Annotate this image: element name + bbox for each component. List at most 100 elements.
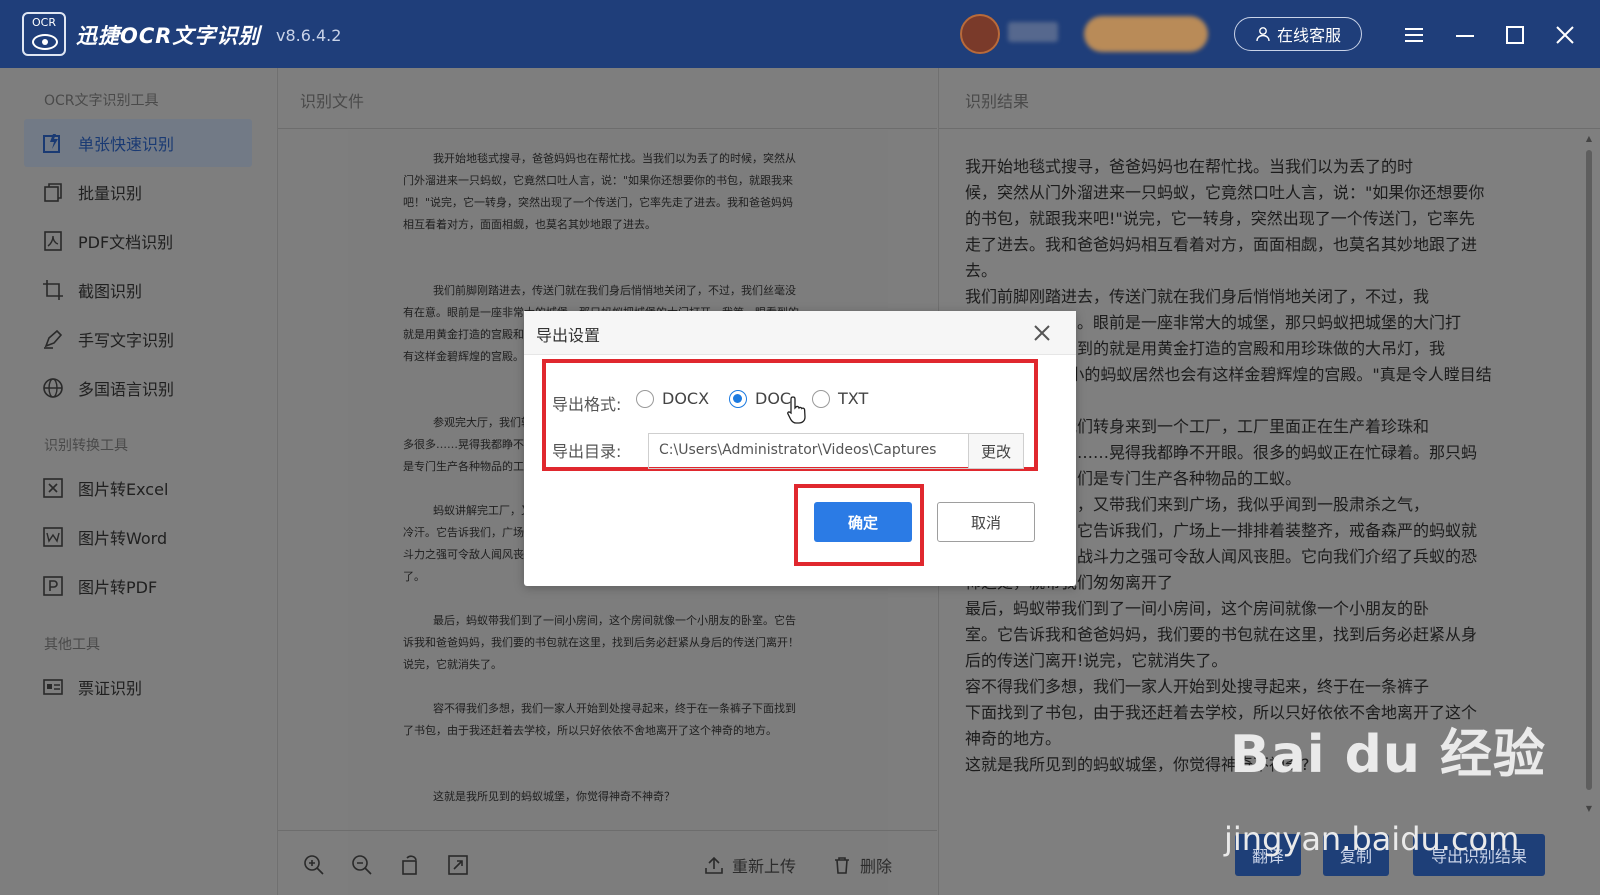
doc-paragraph: 这就是我所见到的蚂蚁城堡，你觉得神奇不神奇？: [433, 790, 675, 803]
export-dir-field[interactable]: C:\Users\Administrator\Videos\Captures: [648, 433, 968, 469]
sidebar-item-label: 图片转Word: [78, 529, 168, 548]
doc-paragraph: 最后，蚂蚁带我们到了一间小房间，这个房间就像一个小朋友的卧室。它告诉我和爸爸妈妈…: [403, 614, 799, 671]
sidebar-item-label: 单张快速识别: [78, 135, 175, 154]
minimize-button[interactable]: [1448, 18, 1482, 52]
trash-icon: [835, 857, 849, 874]
baidu-watermark: Bai du 经验 jingyan.baidu.com: [1224, 712, 1546, 858]
online-service-button[interactable]: 在线客服: [1234, 17, 1362, 51]
sidebar-item-label: 批量识别: [78, 184, 143, 203]
radio-circle-icon: [812, 389, 830, 408]
watermark-url: jingyan.baidu.com: [1224, 820, 1520, 858]
result-line: 我们前脚刚踏进去，传送门就在我们身后悄悄地关闭了，不过，我: [965, 287, 1430, 306]
scroll-thumb[interactable]: [1586, 150, 1592, 790]
app-logo: OCR: [22, 12, 66, 56]
result-line: 室。它告诉我和爸爸妈妈，我们要的书包就在这里，找到后务必赶紧从身: [965, 625, 1478, 644]
cancel-button[interactable]: 取消: [937, 502, 1035, 542]
menu-button[interactable]: [1397, 18, 1431, 52]
close-icon: [1556, 26, 1574, 44]
source-panel-title: 识别文件: [300, 92, 365, 111]
format-radio-docx[interactable]: DOCX: [636, 389, 709, 408]
pdf-convert-icon: [42, 575, 64, 597]
vip-badge-blurred[interactable]: [1084, 16, 1208, 52]
sidebar-group-convert: 识别转换工具: [44, 438, 128, 454]
dialog-header: 导出设置: [524, 311, 1076, 355]
single-scan-icon: [42, 132, 64, 154]
sidebar-group-ocr: OCR文字识别工具: [44, 93, 159, 109]
dir-label: 导出目录:: [552, 442, 622, 461]
sidebar-item-screenshot[interactable]: 截图识别: [24, 266, 252, 314]
dialog-title: 导出设置: [536, 326, 601, 345]
source-toolbar: 重新上传 删除: [278, 830, 937, 895]
result-line: 我开始地毯式搜寻，爸爸妈妈也在帮忙找。当我们以为丢了的时: [965, 157, 1414, 176]
app-title: 迅捷OCR文字识别: [76, 24, 261, 48]
delete-label: 删除: [860, 857, 893, 876]
pdf-icon: [42, 230, 64, 252]
rotate-icon: [402, 855, 417, 875]
doc-paragraph: 我开始地毯式搜寻，爸爸妈妈也在帮忙找。当我们以为丢了的时候，突然从门外溜进来一只…: [403, 152, 796, 231]
online-service-label: 在线客服: [1276, 26, 1341, 45]
radio-label: DOCX: [662, 389, 710, 408]
watermark-logo: Bai du 经验: [1230, 725, 1546, 785]
sidebar-item-handwriting[interactable]: 手写文字识别: [24, 315, 252, 363]
upload-icon: [705, 856, 723, 874]
title-bar: OCR 迅捷OCR文字识别 v8.6.4.2 在线客服: [0, 0, 1600, 68]
result-line: 最后，蚂蚁带我们到了一间小房间，这个房间就像一个小朋友的卧: [965, 599, 1430, 618]
maximize-icon: [1506, 26, 1524, 44]
crop-icon: [42, 279, 64, 301]
sidebar-item-label: 图片转PDF: [78, 578, 158, 597]
rotate-button[interactable]: [398, 853, 422, 877]
close-icon: [1034, 325, 1050, 341]
result-line: 的书包，就跟我来吧!"说完，它一转身，突然出现了一个传送门，它率先: [965, 209, 1475, 228]
result-line: 走了进去。我和爸爸妈妈相互看着对方，面面相觑，也莫名其妙地跟了进: [965, 235, 1478, 254]
sidebar-item-card[interactable]: 票证识别: [24, 663, 252, 711]
sidebar-item-single-scan[interactable]: 单张快速识别: [24, 119, 252, 167]
sidebar-item-label: PDF文档识别: [78, 233, 174, 252]
reupload-button[interactable]: 重新上传: [704, 853, 796, 877]
sidebar-item-to-pdf[interactable]: 图片转PDF: [24, 562, 252, 610]
result-line: 容不得我们多想，我们一家人开始到处搜寻起来，终于在一条裤子: [965, 677, 1430, 696]
fit-button[interactable]: [446, 853, 470, 877]
export-settings-dialog: 导出设置 导出格式: DOCX DOC TXT 导出目录: C:\Users\A…: [524, 311, 1076, 586]
user-name-blurred[interactable]: [1008, 22, 1058, 42]
user-avatar[interactable]: [960, 14, 1000, 54]
sidebar-item-batch[interactable]: 批量识别: [24, 168, 252, 216]
result-scrollbar[interactable]: ▲ ▼: [1584, 134, 1594, 814]
change-dir-button[interactable]: 更改: [968, 433, 1024, 469]
sidebar-item-pdf[interactable]: PDF文档识别: [24, 217, 252, 265]
sidebar-group-other: 其他工具: [44, 637, 100, 653]
result-line: 候，突然从门外溜进来一只蚂蚁，它竟然口吐人言，说："如果你还想要你: [965, 183, 1485, 202]
sidebar-item-label: 票证识别: [78, 679, 143, 698]
format-radio-txt[interactable]: TXT: [812, 389, 868, 408]
radio-selected-icon: [729, 389, 747, 408]
sidebar: OCR文字识别工具 单张快速识别 批量识别 PDF文档识别 截图识别 手写文字识…: [0, 68, 276, 895]
zoom-in-button[interactable]: [302, 853, 326, 877]
sidebar-item-multilang[interactable]: 多国语言识别: [24, 364, 252, 412]
sidebar-item-label: 手写文字识别: [78, 331, 175, 350]
confirm-button[interactable]: 确定: [814, 502, 912, 542]
close-button[interactable]: [1548, 18, 1582, 52]
doc-paragraph: 容不得我们多想，我们一家人开始到处搜寻起来，终于在一条裤子下面找到了书包，由于我…: [403, 702, 796, 737]
format-radio-doc[interactable]: DOC: [729, 389, 791, 408]
sidebar-item-to-word[interactable]: 图片转Word: [24, 513, 252, 561]
sidebar-item-label: 图片转Excel: [78, 480, 169, 499]
zoom-out-icon: [352, 855, 372, 875]
eye-icon: [32, 34, 58, 50]
scroll-up-icon[interactable]: ▲: [1584, 134, 1594, 144]
zoom-out-button[interactable]: [350, 853, 374, 877]
format-label: 导出格式:: [552, 395, 622, 414]
delete-button[interactable]: 删除: [832, 853, 892, 877]
divider: [939, 128, 1600, 129]
result-panel-title: 识别结果: [965, 92, 1030, 111]
excel-icon: [42, 477, 64, 499]
globe-icon: [42, 377, 64, 399]
result-line: 去。: [965, 261, 998, 280]
radio-circle-icon: [636, 389, 654, 408]
result-line: 后的传送门离开!说完，它就消失了。: [965, 651, 1228, 670]
scroll-down-icon[interactable]: ▼: [1584, 804, 1594, 814]
sidebar-item-label: 多国语言识别: [78, 380, 175, 399]
maximize-button[interactable]: [1498, 18, 1532, 52]
dialog-close-button[interactable]: [1030, 321, 1054, 345]
batch-icon: [42, 181, 64, 203]
word-icon: [42, 526, 64, 548]
sidebar-item-to-excel[interactable]: 图片转Excel: [24, 464, 252, 512]
